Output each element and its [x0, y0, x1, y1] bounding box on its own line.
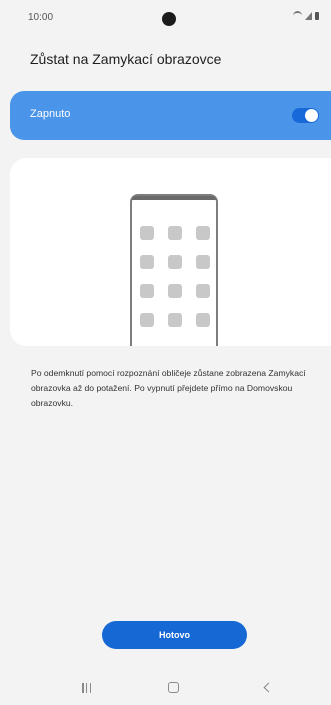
status-time: 10:00 — [28, 12, 54, 23]
app-tile-icon — [196, 255, 210, 269]
app-grid — [140, 226, 210, 327]
app-tile-icon — [140, 284, 154, 298]
switch-knob — [305, 109, 318, 122]
status-icons — [293, 11, 319, 20]
navigation-bar — [0, 670, 331, 705]
app-tile-icon — [168, 255, 182, 269]
app-tile-icon — [196, 313, 210, 327]
recent-apps-icon[interactable] — [82, 683, 91, 693]
app-tile-icon — [168, 284, 182, 298]
phone-app-grid-icon — [130, 194, 218, 346]
app-tile-icon — [168, 313, 182, 327]
toggle-switch[interactable] — [292, 108, 319, 123]
app-tile-icon — [196, 284, 210, 298]
front-camera — [162, 12, 176, 26]
app-tile-icon — [140, 226, 154, 240]
status-bar: 10:00 — [0, 0, 331, 32]
back-icon[interactable] — [263, 682, 274, 693]
app-tile-icon — [140, 255, 154, 269]
phone-top-bar — [132, 196, 216, 200]
app-tile-icon — [140, 313, 154, 327]
recent-apps-line — [85, 683, 88, 693]
recent-apps-line — [82, 683, 84, 693]
done-button[interactable]: Hotovo — [102, 621, 247, 649]
master-toggle-row[interactable]: Zapnuto — [10, 91, 331, 140]
wifi-icon — [293, 11, 302, 20]
battery-icon — [315, 12, 319, 20]
illustration-card — [10, 158, 331, 346]
page-title: Zůstat na Zamykací obrazovce — [30, 51, 222, 67]
toggle-label: Zapnuto — [30, 108, 71, 120]
signal-icon — [305, 12, 312, 20]
app-tile-icon — [196, 226, 210, 240]
recent-apps-line — [89, 683, 91, 693]
home-icon[interactable] — [168, 682, 179, 693]
description-text: Po odemknutí pomocí rozpoznání obličeje … — [31, 368, 306, 408]
app-tile-icon — [168, 226, 182, 240]
